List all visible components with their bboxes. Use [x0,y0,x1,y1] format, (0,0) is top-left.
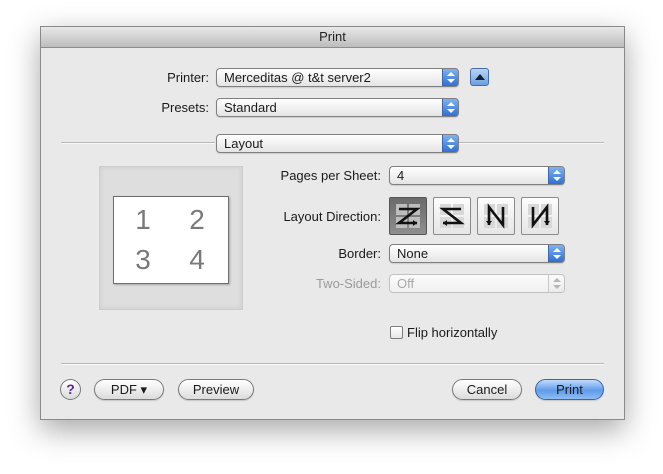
z-direction-icon [395,204,421,228]
cancel-button[interactable]: Cancel [452,379,522,400]
presets-popup[interactable]: Standard [216,98,459,117]
separator [61,142,215,144]
pdf-menu-button[interactable]: PDF ▾ [94,379,164,400]
border-popup[interactable]: None [389,244,565,263]
popup-arrows-icon [442,135,458,152]
preview-page-number: 2 [189,204,205,235]
layout-direction-z-button[interactable] [389,197,427,235]
border-label: Border: [338,246,381,261]
panel-popup[interactable]: Layout [216,134,459,153]
flip-horizontally-checkbox[interactable] [390,326,403,339]
print-dialog: Print Printer: Merceditas @ t&t server2 … [40,26,625,420]
help-button[interactable]: ? [60,379,81,400]
separator [459,142,604,144]
printer-value: Merceditas @ t&t server2 [224,70,371,85]
pages-per-sheet-popup[interactable]: 4 [389,166,565,185]
panel-value: Layout [224,136,264,151]
layout-direction-reverse-n-button[interactable] [477,197,515,235]
print-button[interactable]: Print [535,379,604,400]
pages-per-sheet-value: 4 [397,168,405,183]
expand-collapse-button[interactable] [470,68,489,86]
two-sided-label: Two-Sided: [315,276,381,291]
preview-page-number: 1 [135,204,151,235]
layout-direction-label: Layout Direction: [283,209,381,224]
pages-per-sheet-label: Pages per Sheet: [280,168,381,183]
reverse-z-direction-icon [439,204,465,228]
popup-arrows-icon [442,99,458,116]
layout-direction-reverse-z-button[interactable] [433,197,471,235]
flip-horizontally-label: Flip horizontally [407,325,498,340]
preview-button[interactable]: Preview [178,379,254,400]
page-preview: 1 2 3 4 [113,196,229,284]
border-value: None [397,246,429,261]
two-sided-value: Off [397,276,415,291]
popup-arrows-icon [548,275,564,292]
popup-arrows-icon [442,69,458,86]
presets-label: Presets: [161,100,209,115]
printer-popup[interactable]: Merceditas @ t&t server2 [216,68,459,87]
two-sided-popup[interactable]: Off [389,274,565,293]
reverse-n-direction-icon [484,203,508,229]
n-direction-icon [528,203,552,229]
window-title: Print [41,27,624,48]
popup-arrows-icon [548,245,564,262]
layout-direction-n-button[interactable] [521,197,559,235]
preview-page-number: 4 [189,244,205,275]
presets-value: Standard [224,100,277,115]
separator [61,363,604,365]
popup-arrows-icon [548,167,564,184]
printer-label: Printer: [167,70,209,85]
preview-page-number: 3 [135,244,151,275]
